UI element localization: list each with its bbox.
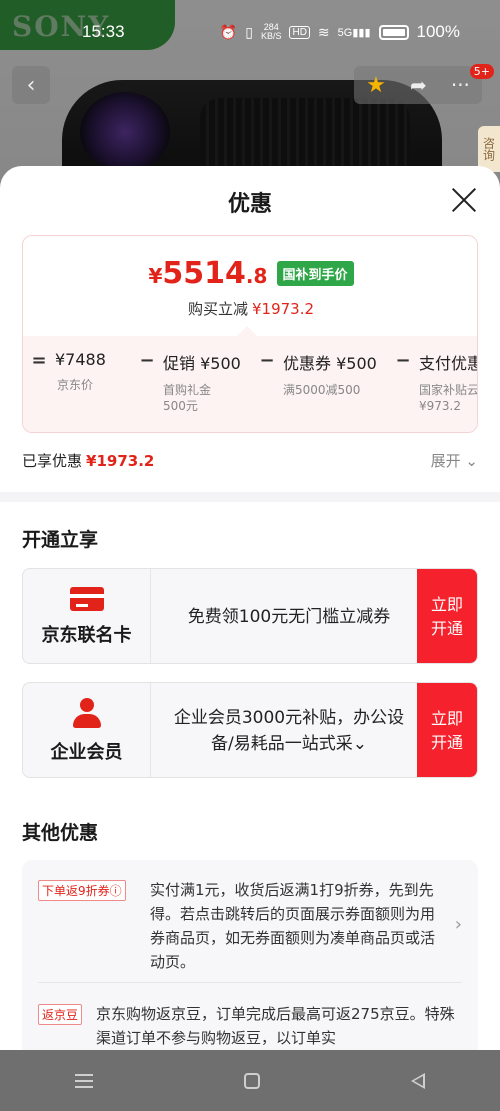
system-navigation-bar <box>0 1050 500 1111</box>
reduce-label: 购买立减 <box>187 300 248 318</box>
operator: − <box>395 350 411 371</box>
status-bar: 15:33 ⏰ ▯ 284 KB/S HD ≋ 5G▮▮▮ 100% <box>0 0 500 66</box>
credit-card-icon <box>69 587 104 611</box>
enjoyed-amount: ¥1973.2 <box>86 452 155 470</box>
offer-card-cobrand[interactable]: 京东联名卡 免费领100元无门槛立减券 立即开通 <box>22 568 478 664</box>
consult-button[interactable]: 咨询 <box>478 126 500 172</box>
price-card: ¥5514.8 国补到手价 购买立减 ¥1973.2 = ¥7488 京东价 − … <box>22 235 478 433</box>
breakdown-item-payment: 支付优惠 ¥ 国家补贴云闪 ¥973.2 <box>419 354 478 413</box>
final-price-row: ¥5514.8 国补到手价 <box>23 256 477 291</box>
promo-item-rebate-coupon[interactable]: 下单返9折券ⓘ 实付满1元，收货后返满1打9折券，先到先得。若点击跳转后的页面展… <box>38 878 448 974</box>
battery-percent: 100% <box>416 22 460 41</box>
top-actions: ★ ➦ ··· <box>354 66 482 104</box>
more-icon[interactable]: ··· <box>451 73 470 97</box>
home-icon[interactable] <box>243 1072 260 1089</box>
other-section-title: 其他优惠 <box>22 822 99 844</box>
chevron-right-icon[interactable]: › <box>455 914 462 935</box>
back-triangle-icon[interactable] <box>410 1072 425 1089</box>
breakdown-notch <box>237 326 257 346</box>
section-divider <box>0 492 500 502</box>
offer-description: 免费领100元无门槛立减券 <box>187 607 391 627</box>
hd-icon: HD <box>289 25 310 39</box>
promo-text: 京东购物返京豆，订单完成后最高可返275京豆。特殊渠道订单不参与购物返豆，以订单… <box>96 1005 455 1047</box>
operator: − <box>259 350 275 371</box>
offer-name: 京东联名卡 <box>41 625 132 646</box>
final-price: ¥5514.8 <box>148 256 268 291</box>
offer-card-enterprise[interactable]: 企业会员 企业会员3000元补贴，办公设备/易耗品一站式采⌄ 立即开通 <box>22 682 478 778</box>
message-badge: 5+ <box>469 64 494 79</box>
wifi-icon: ≋ <box>317 23 330 40</box>
breakdown-item-coupon: 优惠券 ¥500 满5000减500 <box>283 354 377 397</box>
promo-item-jd-beans[interactable]: 返京豆 京东购物返京豆，订单完成后最高可返275京豆。特殊渠道订单不参与购物返豆… <box>38 1002 458 1050</box>
menu-icon[interactable] <box>75 1073 94 1088</box>
open-now-button[interactable]: 立即开通 <box>417 683 477 777</box>
share-icon[interactable]: ➦ <box>410 73 427 97</box>
breakdown-item-promotion: 促销 ¥500 首购礼金 500元 <box>163 354 241 413</box>
back-button[interactable]: ‹ <box>12 66 50 104</box>
offer-description[interactable]: 企业会员3000元补贴，办公设备/易耗品一站式采⌄ <box>163 683 415 777</box>
operator: = <box>31 350 47 371</box>
promo-separator <box>38 982 462 983</box>
offer-name: 企业会员 <box>50 742 123 763</box>
breakdown-item-jd-price: ¥7488 京东价 <box>55 350 106 392</box>
star-icon[interactable]: ★ <box>366 73 386 98</box>
discount-sheet: 优惠 ¥5514.8 国补到手价 购买立减 ¥1973.2 = ¥7488 京东价… <box>0 166 500 1050</box>
sheet-title: 优惠 <box>227 192 272 217</box>
status-icons: ⏰ ▯ 284 KB/S HD ≋ 5G▮▮▮ 100% <box>220 22 460 42</box>
person-icon <box>71 698 103 728</box>
vibrate-icon: ▯ <box>245 23 253 40</box>
close-icon[interactable] <box>450 186 478 214</box>
network-speed: 284 KB/S <box>260 22 282 41</box>
chevron-down-icon: ⌄ <box>465 452 478 470</box>
enjoyed-discount: 已享优惠 ¥1973.2 <box>22 452 155 470</box>
reduce-amount: ¥1973.2 <box>251 300 315 318</box>
reduce-row: 购买立减 ¥1973.2 <box>23 298 477 319</box>
status-time: 15:33 <box>82 22 125 41</box>
promo-text: 实付满1元，收货后返满1打9折券，先到先得。若点击跳转后的页面展示券面额则为用券… <box>150 881 436 971</box>
alarm-icon: ⏰ <box>219 23 238 40</box>
open-now-button[interactable]: 立即开通 <box>417 569 477 663</box>
expand-button[interactable]: 展开 ⌄ <box>431 450 478 471</box>
price-breakdown[interactable]: = ¥7488 京东价 − 促销 ¥500 首购礼金 500元 − 优惠券 ¥5… <box>23 326 478 432</box>
chevron-left-icon: ‹ <box>26 72 36 98</box>
other-promotions: 下单返9折券ⓘ 实付满1元，收货后返满1打9折券，先到先得。若点击跳转后的页面展… <box>22 860 478 1050</box>
promo-tag: 下单返9折券ⓘ <box>38 880 126 901</box>
signal-icon: 5G▮▮▮ <box>337 26 371 39</box>
operator: − <box>139 350 155 371</box>
promo-tag: 返京豆 <box>38 1004 83 1025</box>
open-section-title: 开通立享 <box>22 529 99 551</box>
battery-icon <box>378 24 409 40</box>
subsidy-tag: 国补到手价 <box>276 261 354 286</box>
